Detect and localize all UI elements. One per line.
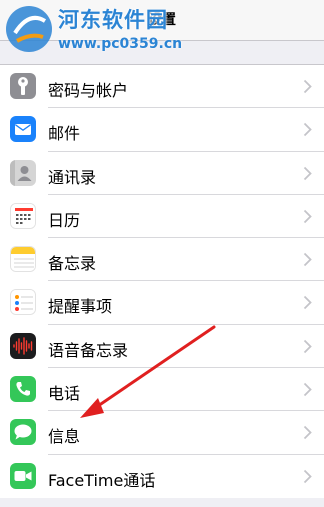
chevron-right-icon (303, 209, 312, 224)
voice-memos-icon (10, 332, 36, 359)
settings-row-voice-memos[interactable]: 语音备忘录 (0, 325, 324, 369)
notes-icon (10, 246, 36, 273)
chevron-right-icon (303, 296, 312, 310)
settings-row-label: 提醒事项 (48, 297, 113, 317)
phone-icon (10, 376, 36, 403)
navigation-bar: 设置 (0, 0, 324, 41)
settings-row-notes[interactable]: 备忘录 (0, 238, 324, 282)
facetime-icon (10, 462, 36, 489)
settings-row-label: 备忘录 (48, 254, 97, 274)
settings-row-label: 日历 (48, 210, 81, 230)
settings-row-label: 信息 (48, 427, 81, 447)
settings-row-passwords-accounts[interactable]: 密码与帐户 (0, 65, 324, 109)
settings-row-label: 电话 (48, 384, 81, 404)
settings-row-facetime[interactable]: FaceTime通话 (0, 455, 324, 498)
chevron-right-icon (303, 79, 312, 94)
settings-row-mail[interactable]: 邮件 (0, 108, 324, 152)
settings-row-messages[interactable]: 信息 (0, 411, 324, 455)
settings-row-calendar[interactable]: 日历 (0, 195, 324, 239)
settings-row-label: 密码与帐户 (48, 81, 129, 100)
calendar-icon (10, 202, 36, 229)
settings-row-label: 邮件 (48, 124, 81, 144)
page-title: 设置 (148, 12, 176, 28)
settings-row-label: 语音备忘录 (48, 340, 129, 360)
chevron-right-icon (303, 253, 312, 267)
settings-row-label: FaceTime通话 (48, 470, 156, 490)
chevron-right-icon (303, 382, 312, 397)
chevron-right-icon (303, 123, 312, 137)
reminders-icon (10, 289, 36, 316)
chevron-right-icon (303, 339, 312, 353)
mail-icon (10, 116, 36, 143)
chevron-right-icon (303, 166, 312, 180)
chevron-right-icon (303, 469, 312, 483)
key-icon (10, 73, 36, 99)
chevron-right-icon (303, 426, 312, 440)
settings-row-reminders[interactable]: 提醒事项 (0, 281, 324, 326)
settings-row-phone[interactable]: 电话 (0, 368, 324, 412)
messages-icon (10, 419, 36, 446)
settings-row-contacts[interactable]: 通讯录 (0, 152, 324, 196)
contacts-icon (10, 159, 36, 186)
settings-list: 密码与帐户 邮件 通讯录 日历 备忘录 提醒事项 语音备忘录 电话 信息 Fac… (0, 64, 324, 498)
settings-row-label: 通讯录 (48, 167, 97, 187)
